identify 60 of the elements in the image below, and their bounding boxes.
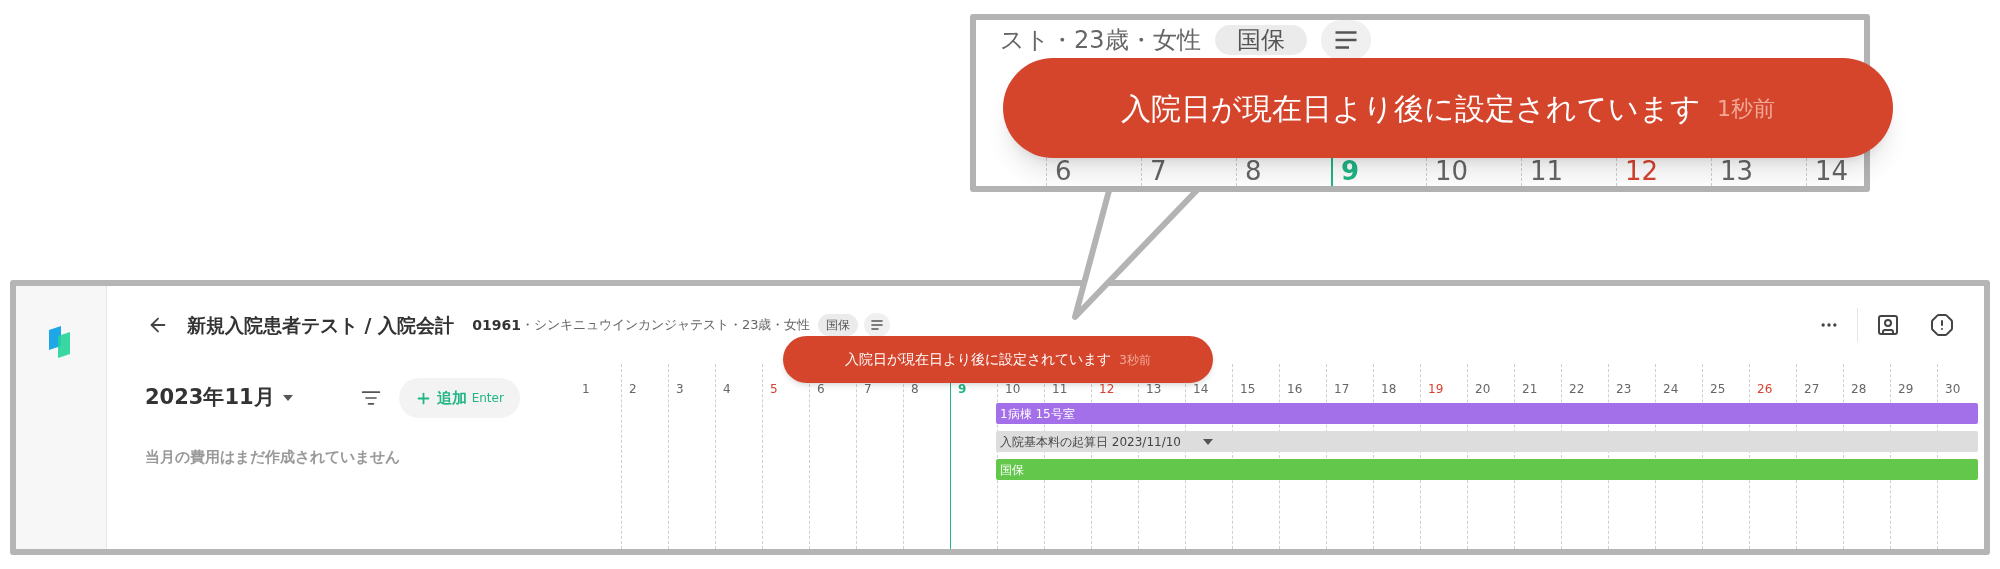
day-label: 25 xyxy=(1710,382,1726,396)
day-label: 7 xyxy=(864,382,872,396)
day-label: 15 xyxy=(1240,382,1256,396)
caret-icon[interactable] xyxy=(282,395,293,401)
filter-icon[interactable] xyxy=(360,388,381,408)
day-label: 5 xyxy=(770,382,778,396)
day-label: 6 xyxy=(1055,156,1072,186)
day-label: 9 xyxy=(1341,156,1360,186)
add-button[interactable]: 追加 Enter xyxy=(398,378,520,418)
day-label: 10 xyxy=(1005,382,1021,396)
day-label: 7 xyxy=(1150,156,1167,186)
day-label: 17 xyxy=(1334,382,1350,396)
day-label: 30 xyxy=(1945,382,1961,396)
page-title: 新規入院患者テスト / 入院会計 xyxy=(187,312,455,338)
day-label: 19 xyxy=(1428,382,1444,396)
menu-icon[interactable] xyxy=(869,317,886,333)
toast: 入院日が現在日より後に設定されています 3秒前 xyxy=(783,336,1213,383)
patient-card-icon[interactable] xyxy=(1876,313,1900,337)
day-label: 3 xyxy=(676,382,684,396)
patient-info: ・シンキニュウインカンジャテスト・23歳・女性 xyxy=(520,316,811,335)
day-label: 11 xyxy=(1530,156,1564,186)
patient-info: スト・23歳・女性 xyxy=(1000,28,1201,52)
timeline-bar[interactable]: 1病棟 15号室 xyxy=(996,403,1978,424)
day-label: 14 xyxy=(1193,382,1209,396)
day-label: 23 xyxy=(1616,382,1632,396)
logo-icon xyxy=(49,326,73,358)
day-label: 8 xyxy=(1245,156,1262,186)
day-label: 29 xyxy=(1898,382,1914,396)
day-label: 27 xyxy=(1804,382,1820,396)
month-selector[interactable]: 2023年11月 xyxy=(145,382,275,414)
day-label: 9 xyxy=(958,382,967,396)
timeline-bar[interactable]: 入院基本料の起算日 2023/11/10 xyxy=(996,431,1978,452)
toast: 入院日が現在日より後に設定されています 1秒前 xyxy=(1003,58,1893,158)
patient-id: 01961 xyxy=(472,315,521,335)
day-label: 26 xyxy=(1757,382,1773,396)
day-label: 10 xyxy=(1435,156,1469,186)
day-label: 18 xyxy=(1381,382,1397,396)
day-label: 8 xyxy=(911,382,919,396)
day-label: 20 xyxy=(1475,382,1491,396)
day-label: 4 xyxy=(723,382,731,396)
caret-icon[interactable] xyxy=(1203,438,1213,445)
day-label: 16 xyxy=(1287,382,1303,396)
day-label: 22 xyxy=(1569,382,1585,396)
timeline-bar[interactable]: 国保 xyxy=(996,459,1978,480)
day-label: 24 xyxy=(1663,382,1679,396)
day-label: 21 xyxy=(1522,382,1538,396)
empty-message: 当月の費用はまだ作成されていません xyxy=(145,447,401,468)
day-label: 2 xyxy=(629,382,637,396)
day-label: 11 xyxy=(1052,382,1068,396)
day-label: 12 xyxy=(1625,156,1659,186)
alert-icon[interactable] xyxy=(1930,313,1954,337)
day-label: 6 xyxy=(817,382,825,396)
insurance-chip: 国保 xyxy=(818,314,859,336)
day-label: 13 xyxy=(1720,156,1754,186)
insurance-chip: 国保 xyxy=(1214,25,1307,55)
day-label: 1 xyxy=(582,382,590,396)
day-label: 28 xyxy=(1851,382,1867,396)
day-label: 14 xyxy=(1815,156,1849,186)
day-label: 12 xyxy=(1099,382,1115,396)
day-label: 13 xyxy=(1146,382,1162,396)
